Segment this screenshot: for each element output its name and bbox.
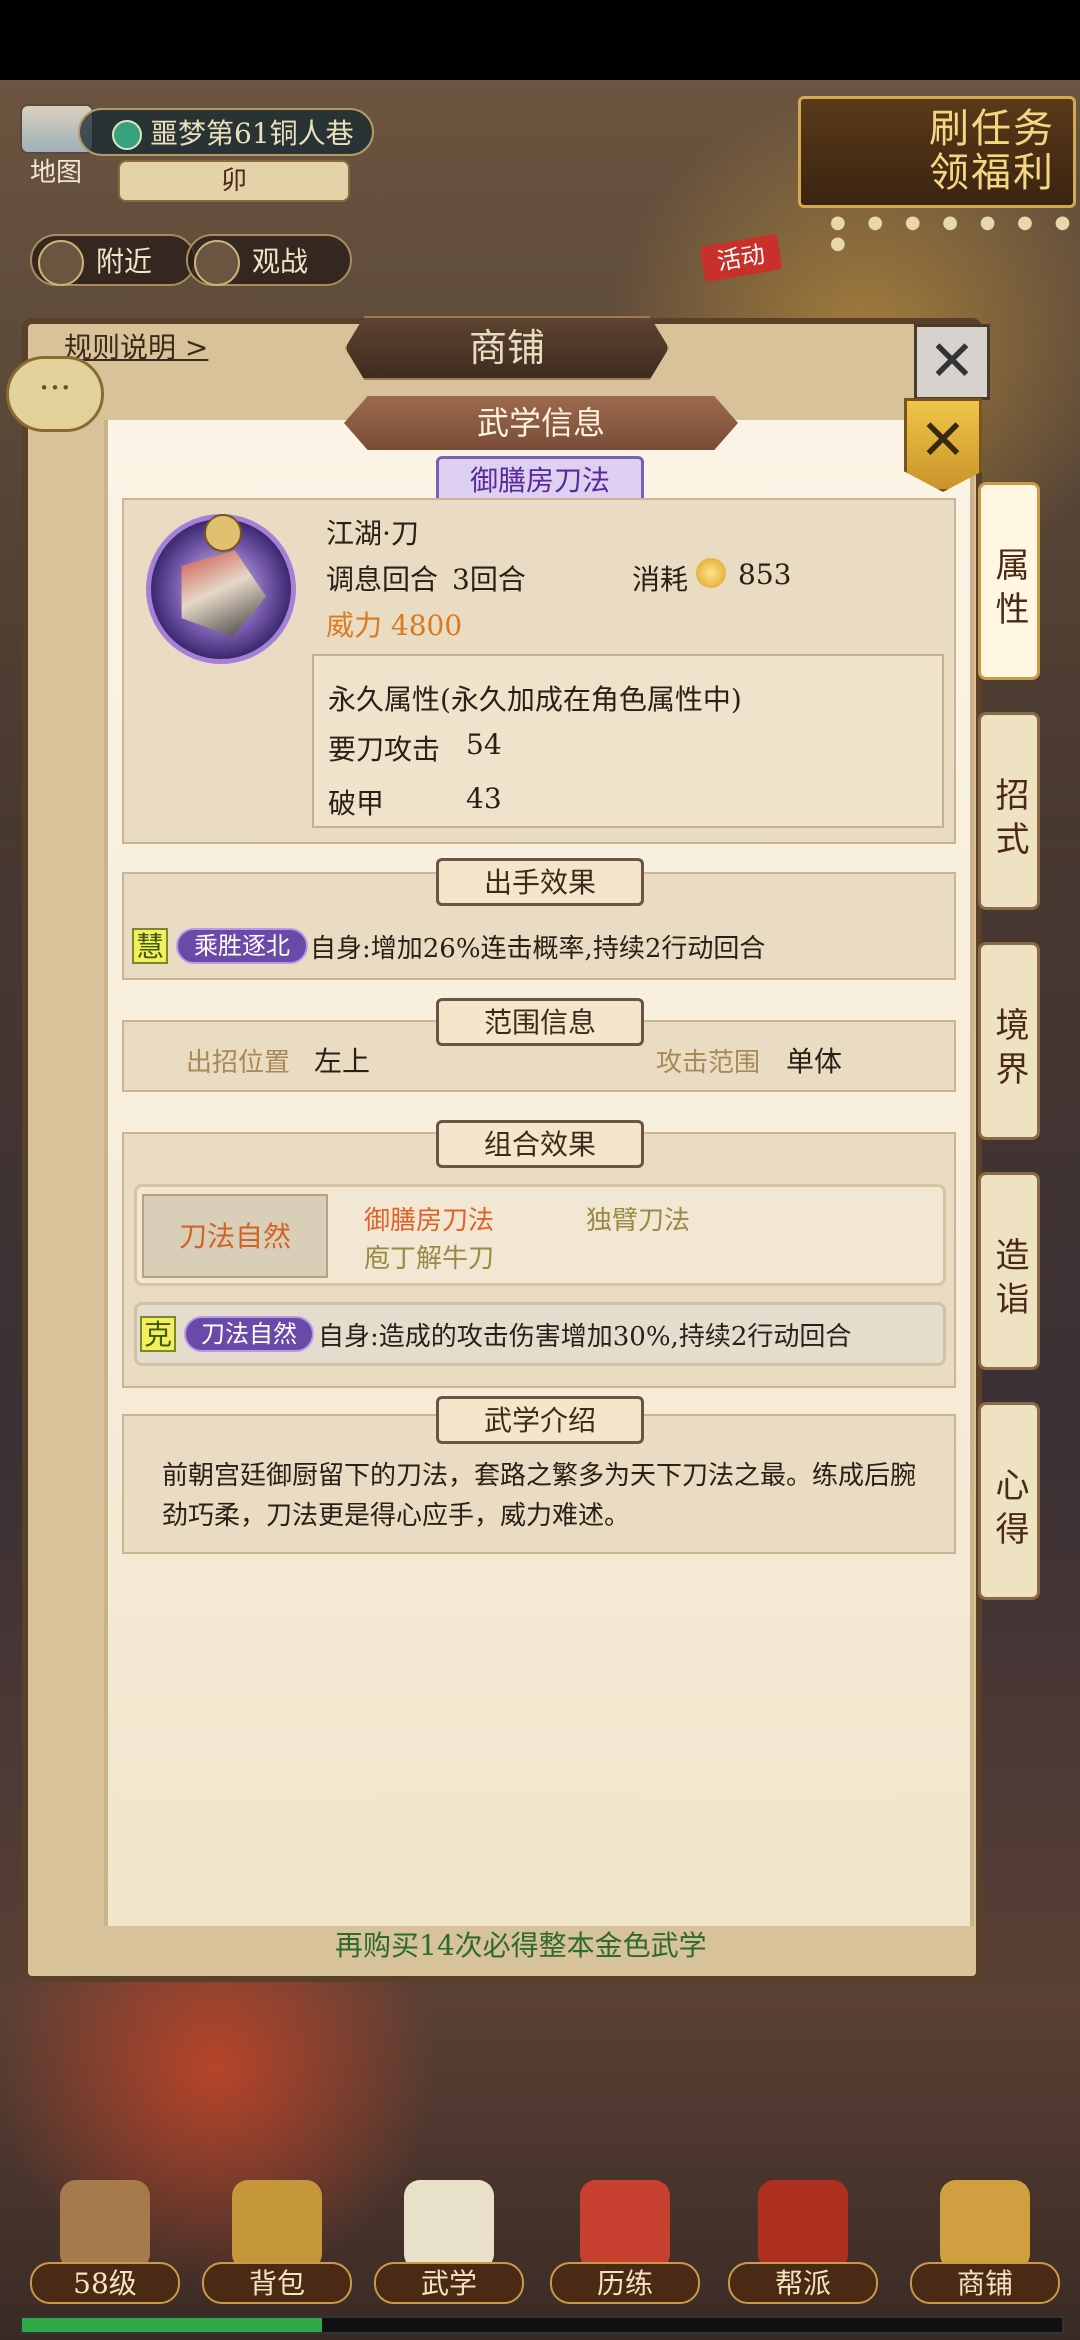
nav-martial-arts[interactable]: 武学 xyxy=(374,2180,524,2330)
tab-moves[interactable]: 招式 xyxy=(978,712,1040,910)
section-effect: 出手效果 xyxy=(436,858,644,906)
game-time: 卯 xyxy=(118,160,350,202)
cooldown-label: 调息回合 xyxy=(326,563,439,596)
cost-label: 消耗 xyxy=(632,563,689,596)
attr-name: 要刀攻击 xyxy=(328,733,441,766)
effect-name-tag: 乘胜逐北 xyxy=(176,928,308,964)
cost-value: 853 xyxy=(738,558,792,591)
section-intro: 武学介绍 xyxy=(436,1396,644,1444)
combo-member: 庖丁解牛刀 xyxy=(364,1244,495,1274)
nav-shop[interactable]: 商铺 xyxy=(910,2180,1060,2330)
chat-icon[interactable]: ··· xyxy=(6,356,104,432)
combo-member: 御膳房刀法 xyxy=(364,1206,495,1236)
tab-attributes[interactable]: 属性 xyxy=(978,482,1040,680)
location-icon xyxy=(112,120,142,150)
backpack-icon xyxy=(232,2180,322,2270)
shop-close-icon[interactable]: ✕ xyxy=(914,324,990,400)
nearby-icon xyxy=(38,240,84,286)
combo-effect-tag: 刀法自然 xyxy=(184,1316,314,1352)
nav-training[interactable]: 历练 xyxy=(550,2180,700,2330)
lock-icon xyxy=(204,514,242,552)
position-label: 出招位置 xyxy=(186,1048,291,1078)
nav-backpack[interactable]: 背包 xyxy=(202,2180,352,2330)
cooldown-value: 3回合 xyxy=(452,563,526,596)
rules-link[interactable]: 规则说明 > xyxy=(64,326,208,366)
nav-label: 58级 xyxy=(30,2262,180,2304)
effect-type-tag: 慧 xyxy=(132,928,168,964)
tab-realm[interactable]: 境界 xyxy=(978,942,1040,1140)
attr-value: 43 xyxy=(466,782,502,815)
combo-name: 刀法自然 xyxy=(142,1194,328,1278)
section-combo: 组合效果 xyxy=(436,1120,644,1168)
nav-label: 帮派 xyxy=(728,2262,878,2304)
combo-description: 自身:造成的攻击伤害增加30%,持续2行动回合 xyxy=(318,1322,852,1352)
spectate-label: 观战 xyxy=(252,245,309,278)
skill-introduction: 前朝宫廷御厨留下的刀法，套路之繁多为天下刀法之最。练成后腕劲巧柔，刀法更是得心应… xyxy=(162,1461,917,1531)
nav-label: 背包 xyxy=(202,2262,352,2304)
nav-label: 武学 xyxy=(374,2262,524,2304)
spectate-button[interactable]: 观战 xyxy=(186,234,352,286)
shop-icon xyxy=(940,2180,1030,2270)
nav-label: 历练 xyxy=(550,2262,700,2304)
character-icon xyxy=(60,2180,150,2270)
skill-power: 威力 4800 xyxy=(326,609,463,642)
map-label: 地图 xyxy=(30,158,83,188)
range-value: 单体 xyxy=(786,1045,843,1078)
attr-value: 54 xyxy=(466,728,502,761)
tab-attainment[interactable]: 造诣 xyxy=(978,1172,1040,1370)
banner-icon xyxy=(758,2180,848,2270)
shop-title: 商铺 xyxy=(345,316,669,380)
status-bar xyxy=(0,0,1080,80)
effect-description: 自身:增加26%连击概率,持续2行动回合 xyxy=(310,934,766,964)
nearby-button[interactable]: 附近 xyxy=(30,234,196,286)
position-value: 左上 xyxy=(314,1045,371,1078)
skill-category: 江湖·刀 xyxy=(326,517,419,550)
drum-icon xyxy=(580,2180,670,2270)
section-range: 范围信息 xyxy=(436,998,644,1046)
shop-footer-text: 再购买14次必得整本金色武学 xyxy=(335,1929,707,1962)
nav-label: 商铺 xyxy=(910,2262,1060,2304)
spectate-icon xyxy=(194,240,240,286)
banner-page-dots: ● ● ● ● ● ● ● ● xyxy=(830,212,1079,254)
experience-fill xyxy=(22,2318,322,2332)
range-label: 攻击范围 xyxy=(656,1048,761,1078)
coin-icon xyxy=(696,558,726,588)
attr-name: 破甲 xyxy=(328,787,385,820)
quest-reward-banner[interactable]: 刷任务 领福利 xyxy=(798,96,1076,208)
nav-level[interactable]: 58级 xyxy=(30,2180,180,2330)
combo-member: 独臂刀法 xyxy=(586,1206,691,1236)
nearby-label: 附近 xyxy=(96,245,153,278)
quest-banner-line1: 刷任务 xyxy=(929,106,1055,152)
combo-type-tag: 克 xyxy=(140,1316,176,1352)
tab-insight[interactable]: 心得 xyxy=(978,1402,1040,1600)
nav-guild[interactable]: 帮派 xyxy=(728,2180,878,2330)
attr-title: 永久属性(永久加成在角色属性中) xyxy=(328,683,742,716)
modal-title: 武学信息 xyxy=(344,396,738,450)
skill-name: 御膳房刀法 xyxy=(436,456,644,504)
quest-banner-line2: 领福利 xyxy=(929,150,1055,196)
scroll-icon xyxy=(404,2180,494,2270)
